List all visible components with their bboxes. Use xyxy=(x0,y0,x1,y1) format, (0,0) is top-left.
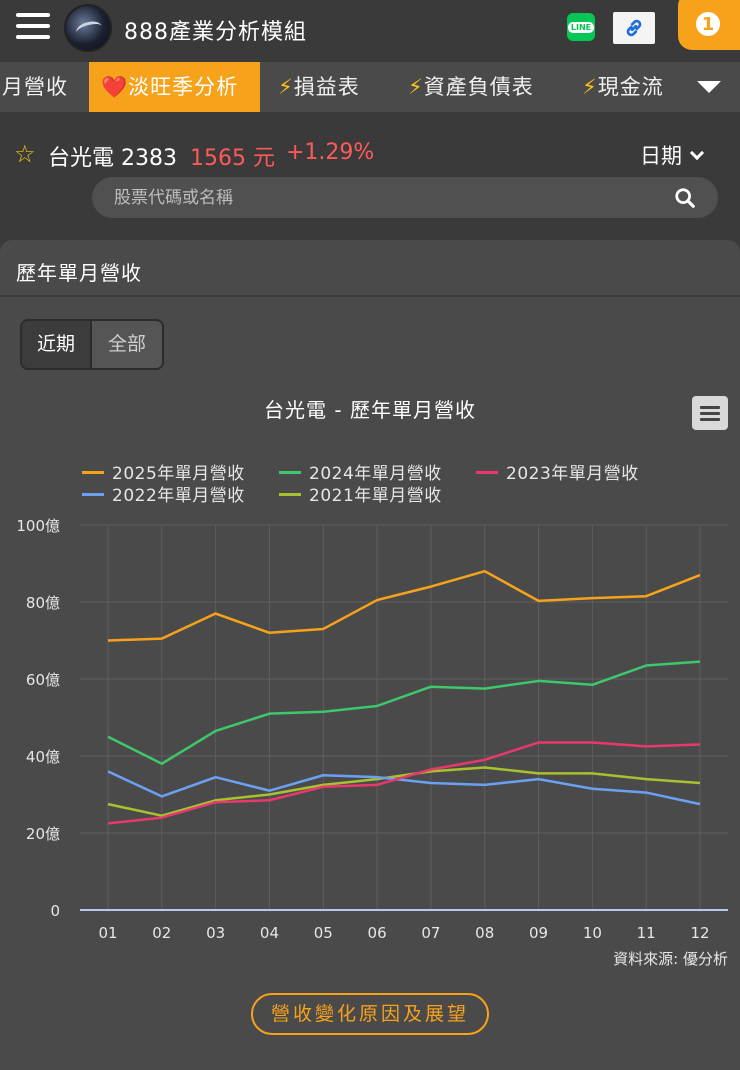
stock-change: +1.29% xyxy=(286,140,375,165)
app-logo[interactable] xyxy=(64,4,112,52)
x-tick-label: 02 xyxy=(152,924,171,942)
y-tick-label: 100億 xyxy=(16,517,60,535)
y-tick-label: 20億 xyxy=(26,825,60,843)
feature-tabs: 月營收 ❤️淡旺季分析 ⚡損益表 ⚡資產負債表 ⚡現金流 xyxy=(0,62,740,112)
tabs-more-button[interactable] xyxy=(678,62,740,112)
app-title: 888產業分析模組 xyxy=(124,20,307,45)
tab-monthly-revenue[interactable]: 月營收 xyxy=(0,62,84,112)
line-icon: LINE xyxy=(567,21,595,33)
y-tick-label: 0 xyxy=(50,902,60,920)
y-tick-label: 60億 xyxy=(26,671,60,689)
x-tick-label: 09 xyxy=(529,924,548,942)
revenue-line-chart: 0 20億 40億 60億 80億 100億 01 02 03 04 05 06 07 08 09 10 11 1… xyxy=(16,517,728,942)
star-icon[interactable]: ☆ xyxy=(14,142,36,166)
series-line xyxy=(107,660,701,765)
stock-name: 台光電 2383 xyxy=(48,146,177,171)
bolt-icon: ⚡ xyxy=(582,75,598,99)
x-tick-label: 05 xyxy=(314,924,333,942)
notification-count-badge[interactable]: 1 xyxy=(694,10,722,38)
hamburger-menu-icon[interactable] xyxy=(16,13,50,39)
x-tick-label: 04 xyxy=(260,924,279,942)
x-tick-label: 01 xyxy=(98,924,117,942)
x-tick-label: 03 xyxy=(206,924,225,942)
y-tick-label: 80億 xyxy=(26,594,60,612)
x-tick-label: 12 xyxy=(690,924,709,942)
y-tick-label: 40億 xyxy=(26,748,60,766)
tab-income-statement[interactable]: ⚡損益表 xyxy=(278,62,388,112)
top-bar: 888產業分析模組 LINE 1 xyxy=(0,0,740,56)
x-tick-label: 06 xyxy=(368,924,387,942)
x-tick-label: 08 xyxy=(475,924,494,942)
series-line xyxy=(107,569,701,642)
bolt-icon: ⚡ xyxy=(278,75,294,99)
search-input[interactable] xyxy=(114,177,654,218)
link-icon xyxy=(626,19,642,37)
tab-balance-sheet[interactable]: ⚡資產負債表 xyxy=(408,62,568,112)
x-tick-label: 10 xyxy=(583,924,602,942)
revenue-outlook-button[interactable]: 營收變化原因及展望 xyxy=(251,993,489,1035)
x-tick-label: 11 xyxy=(637,924,656,942)
bolt-icon: ⚡ xyxy=(408,75,424,99)
x-tick-label: 07 xyxy=(421,924,440,942)
caret-down-icon xyxy=(697,81,721,93)
search-icon[interactable] xyxy=(674,187,696,209)
heart-icon: ❤️ xyxy=(101,75,129,99)
date-dropdown[interactable]: 日期 xyxy=(640,140,705,170)
search-bar xyxy=(92,177,718,218)
copy-link-button[interactable] xyxy=(613,12,655,44)
stock-price: 1565 元 xyxy=(190,146,275,171)
chevron-down-icon xyxy=(689,145,705,161)
data-source: 資料來源: 優分析 xyxy=(613,950,728,968)
tab-cash-flow[interactable]: ⚡現金流 xyxy=(582,62,682,112)
line-share-button[interactable]: LINE xyxy=(567,13,595,41)
stock-info-row: ☆ 台光電 2383 1565 元 +1.29% 日期 xyxy=(0,130,740,176)
revenue-card: 歷年單月營收 近期 全部 台光電 - 歷年單月營收 2025年單月營收 2024… xyxy=(0,240,740,1070)
tab-seasonality[interactable]: ❤️淡旺季分析 xyxy=(89,62,260,112)
